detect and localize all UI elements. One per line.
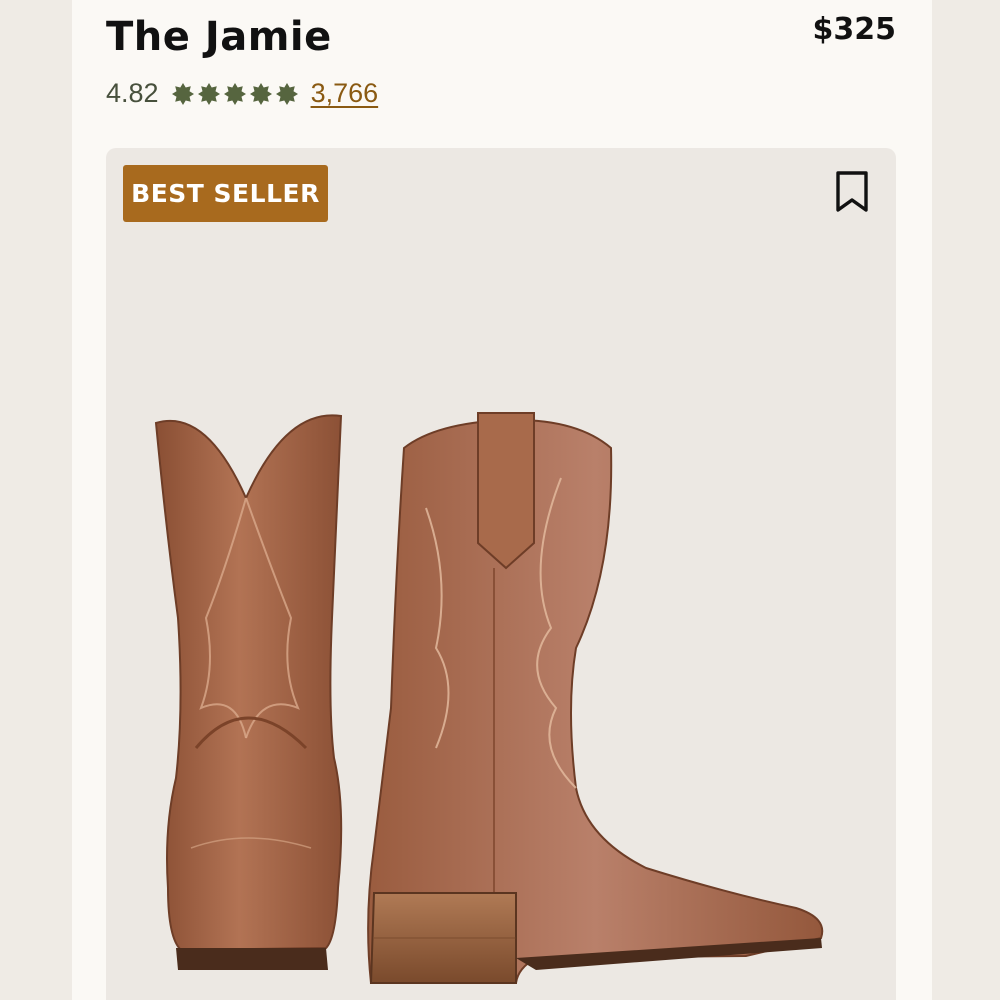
star-icon (249, 82, 272, 105)
rating-row: 4.82 3,766 (106, 78, 378, 109)
right-boot (367, 412, 824, 984)
bookmark-icon[interactable] (832, 170, 872, 214)
best-seller-badge: BEST SELLER (123, 165, 328, 222)
star-icon (171, 82, 194, 105)
star-icon (223, 82, 246, 105)
product-title[interactable]: The Jamie (106, 14, 332, 60)
product-image[interactable]: BEST SELLER (106, 148, 896, 1000)
boots-illustration (154, 412, 824, 984)
star-icon (275, 82, 298, 105)
right-margin (932, 0, 1000, 1000)
product-price: $325 (812, 12, 897, 47)
left-boot (154, 414, 343, 970)
left-margin (0, 0, 72, 1000)
star-icon (197, 82, 220, 105)
rating-value: 4.82 (106, 78, 159, 108)
product-card[interactable]: The Jamie $325 4.82 3,766 BEST SELLER (72, 0, 932, 1000)
review-count-link[interactable]: 3,766 (311, 78, 379, 109)
star-rating (171, 82, 299, 106)
